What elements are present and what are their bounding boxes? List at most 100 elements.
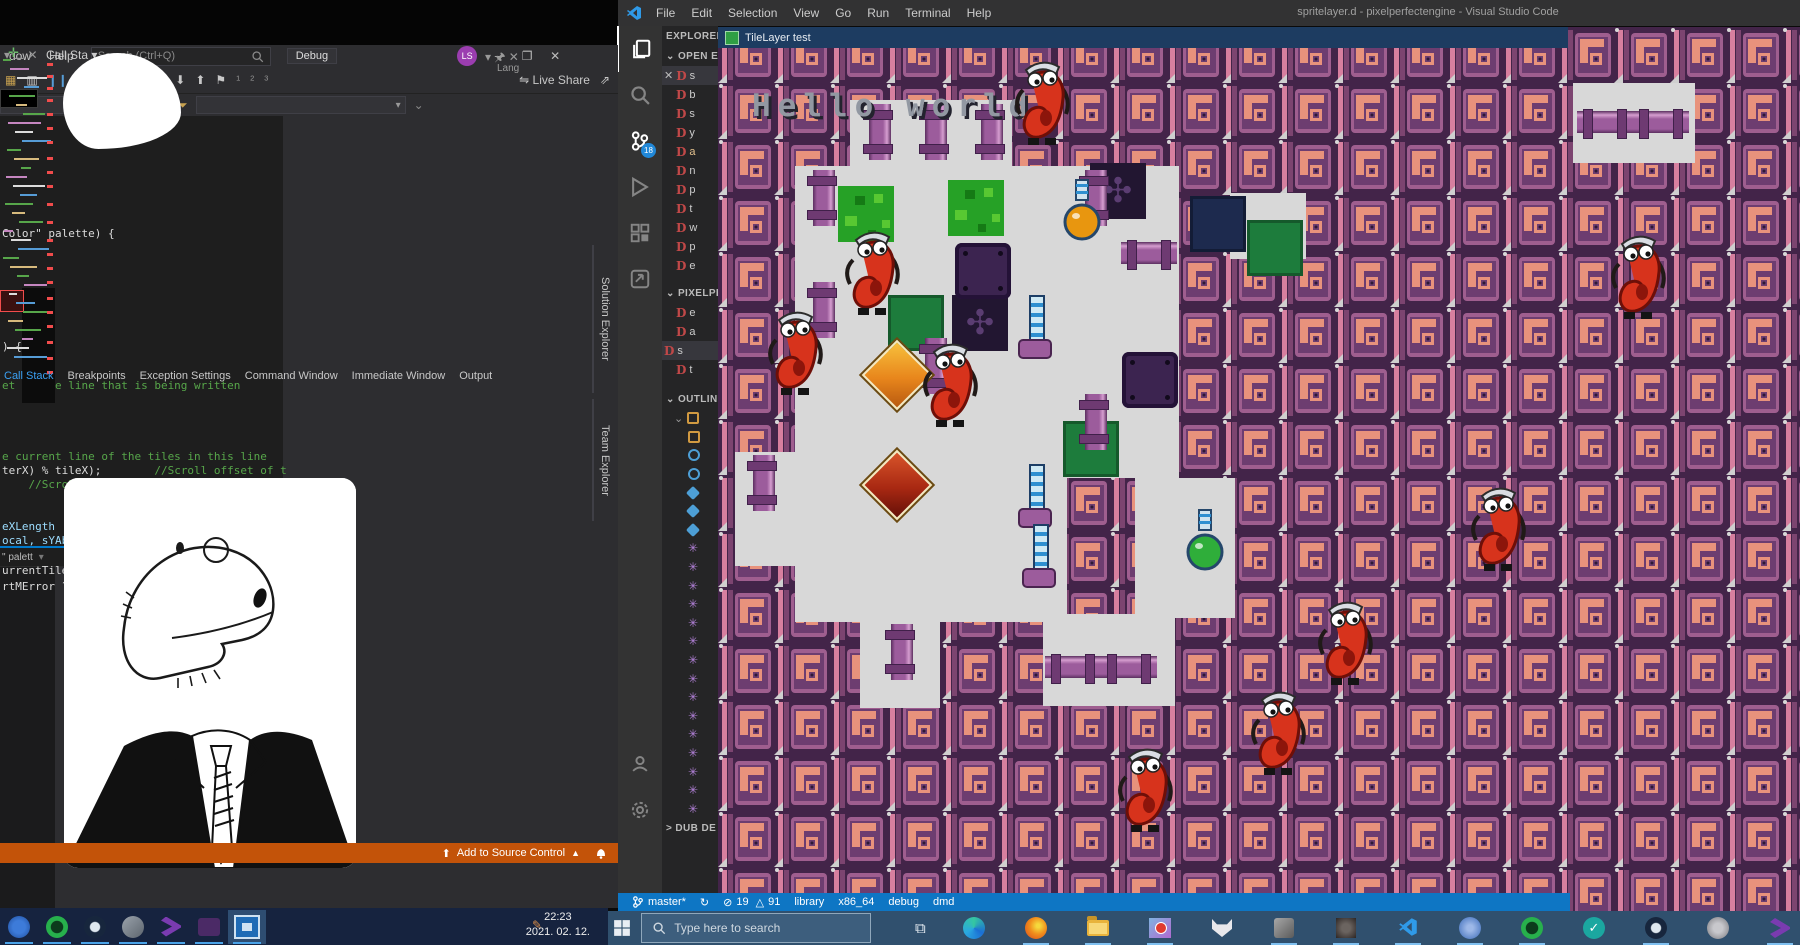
start-button[interactable] — [608, 911, 635, 945]
project-section-header[interactable]: ⌄ PIXELPE — [662, 283, 718, 303]
taskbar-app-firefox[interactable] — [1016, 911, 1056, 945]
outline-item[interactable]: ✳ — [662, 707, 718, 726]
outline-item[interactable]: ✳ — [662, 539, 718, 558]
outline-item[interactable]: ✳ — [662, 614, 718, 633]
taskbar-app-steam[interactable] — [1636, 911, 1676, 945]
open-editors-header[interactable]: ⌄ OPEN ED — [662, 46, 718, 66]
bottom-tab-output[interactable]: Output — [459, 370, 492, 382]
taskbar-app-creature[interactable] — [1326, 911, 1366, 945]
bottom-tab-immediate-window[interactable]: Immediate Window — [352, 370, 446, 382]
open-editor-item[interactable]: De — [662, 256, 718, 275]
menu-view[interactable]: View — [785, 6, 827, 20]
team-explorer-tab[interactable]: Team Explorer — [592, 399, 616, 521]
vs-account-avatar[interactable]: LS — [457, 46, 477, 66]
vs-toolbar-icon-10[interactable]: ⚑ — [215, 73, 226, 87]
taskbar-app-vs-purple[interactable] — [152, 910, 190, 944]
outline-item[interactable]: ✳ — [662, 651, 718, 670]
taskbar-app-gray-app[interactable] — [114, 910, 152, 944]
taskbar-app-green-circle[interactable] — [1512, 911, 1552, 945]
taskbar-search-box[interactable]: Type here to search — [641, 913, 871, 943]
outline-item[interactable] — [662, 446, 718, 465]
open-editor-item[interactable]: Ds — [662, 104, 718, 123]
taskbar-app-paw[interactable] — [1698, 911, 1738, 945]
menu-terminal[interactable]: Terminal — [897, 6, 958, 20]
menu-selection[interactable]: Selection — [720, 6, 785, 20]
dub-section-header[interactable]: > DUB DE — [662, 818, 718, 838]
outline-item[interactable]: ✳ — [662, 558, 718, 577]
outline-item[interactable] — [662, 521, 718, 540]
outline-item[interactable]: ✳ — [662, 781, 718, 800]
vs-toolbar-icon-0[interactable]: ▦ — [5, 73, 16, 87]
taskbar-app-edge[interactable] — [954, 911, 994, 945]
explorer-icon[interactable] — [617, 26, 663, 72]
task-view-icon[interactable]: ⧉ — [907, 911, 934, 945]
taskbar-app-photo-viewer[interactable] — [228, 910, 266, 944]
taskbar-app-explorer[interactable] — [1078, 911, 1118, 945]
bottom-tab-call-stack[interactable]: Call Stack — [4, 370, 54, 382]
taskbar-app-vs-purple[interactable] — [1760, 911, 1800, 945]
open-editor-item[interactable]: Dy — [662, 123, 718, 142]
vs-toolbar-icon-1[interactable]: ▥ — [26, 73, 37, 87]
outline-item[interactable]: ✳ — [662, 799, 718, 818]
outline-item[interactable] — [662, 483, 718, 502]
menu-run[interactable]: Run — [859, 6, 897, 20]
notification-bell-icon[interactable] — [594, 846, 608, 860]
open-editor-item[interactable]: Dw — [662, 218, 718, 237]
taskbar-clock[interactable]: 22:23 2021. 02. 12. — [526, 910, 590, 940]
remote-icon[interactable] — [618, 256, 662, 302]
taskbar-app-fox[interactable] — [1202, 911, 1242, 945]
bottom-tab-breakpoints[interactable]: Breakpoints — [68, 370, 126, 382]
outline-item[interactable]: ✳ — [662, 632, 718, 651]
outline-item[interactable] — [662, 428, 718, 447]
menu-help[interactable]: Help — [959, 6, 1000, 20]
vs-toolbar-icon-9[interactable]: ⬆ — [195, 73, 205, 87]
open-editor-item[interactable]: Dt — [662, 199, 718, 218]
sync-icon[interactable]: ↻ — [700, 896, 709, 909]
taskbar-app-teal-check[interactable]: ✓ — [1574, 911, 1614, 945]
close-icon[interactable]: ✕ — [664, 69, 673, 82]
taskbar-app-vscode[interactable] — [1388, 911, 1428, 945]
status-buildtype[interactable]: debug — [888, 896, 919, 908]
open-editor-item[interactable]: Dp — [662, 237, 718, 256]
outline-item[interactable]: ✳ — [662, 576, 718, 595]
open-editor-item[interactable]: Dp — [662, 180, 718, 199]
taskbar-app-obs[interactable] — [1264, 911, 1304, 945]
solution-explorer-tab[interactable]: Solution Explorer — [592, 245, 616, 393]
vs-dropdown-2[interactable]: ▾ — [196, 96, 406, 114]
status-library[interactable]: library — [794, 896, 824, 908]
taskbar-app-photos-badge[interactable] — [1140, 911, 1180, 945]
project-file-item[interactable]: Ds — [662, 341, 718, 360]
bottom-tab-command-window[interactable]: Command Window — [245, 370, 338, 382]
restore-icon[interactable]: ❐ — [521, 49, 533, 63]
menu-file[interactable]: File — [648, 6, 683, 20]
outline-item[interactable]: ✳ — [662, 744, 718, 763]
outline-item[interactable] — [662, 502, 718, 521]
project-file-item[interactable]: De — [662, 303, 718, 322]
problems-status[interactable]: ⊘ 19 △ 91 — [723, 896, 780, 909]
run-debug-icon[interactable] — [618, 164, 662, 210]
extensions-icon[interactable] — [618, 210, 662, 256]
outline-item[interactable] — [662, 465, 718, 484]
taskbar-app-blue-circle[interactable] — [1450, 911, 1490, 945]
vs-minimap-scrollbar[interactable]: ✛ — [0, 567, 55, 945]
open-editor-item[interactable]: Dn — [662, 161, 718, 180]
outline-item[interactable]: ✳ — [662, 595, 718, 614]
bottom-tab-exception-settings[interactable]: Exception Settings — [140, 370, 231, 382]
outline-header[interactable]: ⌄ OUTLINE — [662, 389, 718, 409]
open-editor-item[interactable]: Db — [662, 85, 718, 104]
outline-item[interactable]: ✳ — [662, 725, 718, 744]
vs-toolbar-icon-8[interactable]: ⬇ — [175, 73, 185, 87]
toolbar-overflow-icon[interactable]: ⌄ — [414, 98, 424, 112]
project-file-item[interactable]: Dt — [662, 360, 718, 379]
settings-gear-icon[interactable] — [618, 787, 662, 833]
outline-item[interactable]: ✳ — [662, 762, 718, 781]
account-icon[interactable] — [618, 741, 662, 787]
live-share-button[interactable]: ⇋ Live Share — [519, 73, 590, 87]
vs-debug-dropdown[interactable]: Debug — [287, 48, 337, 64]
open-editor-item[interactable]: Da — [662, 142, 718, 161]
taskbar-app-cut-blue[interactable] — [0, 910, 38, 944]
outline-item[interactable]: ✳ — [662, 669, 718, 688]
source-control-icon[interactable]: 18 — [618, 118, 662, 164]
git-branch-status[interactable]: master* — [632, 896, 686, 908]
vs-toolbar-icon-12[interactable]: ² — [250, 73, 254, 87]
